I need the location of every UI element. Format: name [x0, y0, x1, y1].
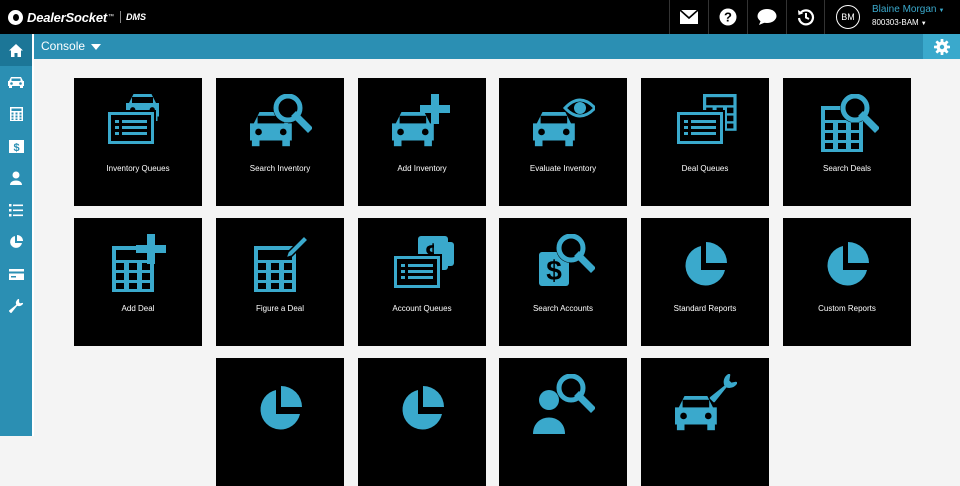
dealer-id-dropdown[interactable]: 800303-BAM ▼ [872, 17, 944, 30]
tile-search-accounts[interactable]: Search Accounts [499, 218, 627, 346]
sidebar-item-customers[interactable] [0, 162, 32, 194]
logo-trademark: ™ [107, 14, 114, 20]
tile-account-queues[interactable]: Account Queues [358, 218, 486, 346]
sidebar-item-inventory[interactable] [0, 66, 32, 98]
mail-button[interactable] [669, 0, 708, 34]
dealersocket-logo[interactable]: DealerSocket ™ DMS [8, 8, 146, 26]
chat-icon [757, 9, 777, 25]
caret-down-icon [91, 43, 102, 50]
sidebar: $ [0, 34, 34, 436]
tile-label: Custom Reports [818, 304, 876, 313]
logo-text: DealerSocket [27, 9, 107, 25]
tile-figure-a-deal[interactable]: Figure a Deal [216, 218, 344, 346]
dealer-id: 800303-BAM [872, 18, 919, 27]
history-button[interactable] [786, 0, 825, 34]
car-search-icon [250, 94, 312, 147]
pie-chart-icon [402, 386, 444, 430]
tile-label: Search Deals [822, 164, 872, 173]
pie-chart-icon [685, 242, 727, 286]
logo-product: DMS [125, 12, 146, 22]
car-wrench-icon [675, 374, 737, 431]
calc-search-icon [821, 94, 879, 152]
tile-label: Deal Queues [681, 164, 729, 173]
header-actions: ? [669, 0, 825, 34]
dollar-list-icon [392, 236, 454, 290]
avatar[interactable]: BM [836, 5, 860, 29]
tile-report-3[interactable] [216, 358, 344, 486]
credit-card-icon [8, 268, 24, 280]
svg-text:?: ? [724, 10, 732, 25]
person-icon [10, 171, 22, 185]
dollar-card-icon: $ [8, 139, 24, 153]
car-icon [8, 77, 24, 88]
help-icon: ? [719, 8, 737, 26]
tile-search-inventory[interactable]: Search Inventory [216, 78, 344, 206]
tile-add-deal[interactable]: Add Deal [74, 218, 202, 346]
tile-label: Add Inventory [397, 164, 447, 173]
tile-inventory-queues[interactable]: Inventory Queues [74, 78, 202, 206]
user-name-dropdown[interactable]: Blaine Morgan ▼ [872, 4, 944, 17]
car-eye-icon [533, 98, 595, 147]
list-icon [9, 203, 23, 216]
svg-text:$: $ [13, 142, 19, 153]
help-button[interactable]: ? [708, 0, 747, 34]
tile-search-customers[interactable] [499, 358, 627, 486]
sidebar-item-home[interactable] [0, 34, 32, 66]
top-bar: DealerSocket ™ DMS ? BM Blaine Morgan ▼ … [0, 0, 960, 34]
caret-down-icon: ▼ [920, 21, 927, 27]
dollar-search-icon [539, 234, 595, 286]
pie-chart-icon [260, 386, 302, 430]
console-dropdown[interactable]: Console [41, 34, 102, 59]
sidebar-item-reports[interactable] [0, 226, 32, 258]
tile-label: Account Queues [392, 304, 452, 313]
calculator-icon [9, 107, 23, 121]
sidebar-item-accounts[interactable]: $ [0, 130, 32, 162]
chat-button[interactable] [747, 0, 786, 34]
calc-pencil-icon [254, 234, 310, 292]
user-menu[interactable]: BM Blaine Morgan ▼ 800303-BAM ▼ [836, 0, 944, 34]
tile-service[interactable] [641, 358, 769, 486]
history-icon [797, 9, 814, 26]
wrench-icon [9, 299, 23, 313]
gear-icon [933, 38, 950, 55]
home-icon [9, 43, 23, 57]
tile-label: Figure a Deal [255, 304, 305, 313]
tile-evaluate-inventory[interactable]: Evaluate Inventory [499, 78, 627, 206]
user-info: Blaine Morgan ▼ 800303-BAM ▼ [872, 4, 944, 30]
settings-button[interactable] [923, 34, 960, 59]
tile-deal-queues[interactable]: Deal Queues [641, 78, 769, 206]
user-name: Blaine Morgan [872, 4, 937, 15]
car-add-icon [392, 94, 450, 147]
car-list-icon [106, 94, 159, 146]
sidebar-item-payments[interactable] [0, 258, 32, 290]
caret-down-icon: ▼ [938, 8, 945, 14]
calc-list-icon [675, 94, 737, 146]
sidebar-item-service[interactable] [0, 290, 32, 322]
tile-custom-reports[interactable]: Custom Reports [783, 218, 911, 346]
tile-search-deals[interactable]: Search Deals [783, 78, 911, 206]
person-search-icon [533, 374, 595, 434]
tile-report-4[interactable] [358, 358, 486, 486]
logo-divider [119, 11, 121, 23]
sidebar-item-lists[interactable] [0, 194, 32, 226]
tile-label: Inventory Queues [106, 164, 170, 173]
mail-icon [679, 9, 699, 24]
pie-chart-icon [827, 242, 869, 286]
console-label: Console [41, 39, 86, 53]
tile-label: Standard Reports [673, 304, 737, 313]
console-bar: Console [34, 34, 960, 59]
tile-add-inventory[interactable]: Add Inventory [358, 78, 486, 206]
tile-label: Search Accounts [532, 304, 594, 313]
tile-label: Search Inventory [249, 164, 311, 173]
tile-standard-reports[interactable]: Standard Reports [641, 218, 769, 346]
pie-chart-icon [10, 235, 23, 248]
sidebar-item-deals[interactable] [0, 98, 32, 130]
tile-label: Evaluate Inventory [529, 164, 597, 173]
logo-mark [8, 9, 23, 25]
calc-add-icon [112, 234, 166, 292]
tile-label: Add Deal [121, 304, 155, 313]
